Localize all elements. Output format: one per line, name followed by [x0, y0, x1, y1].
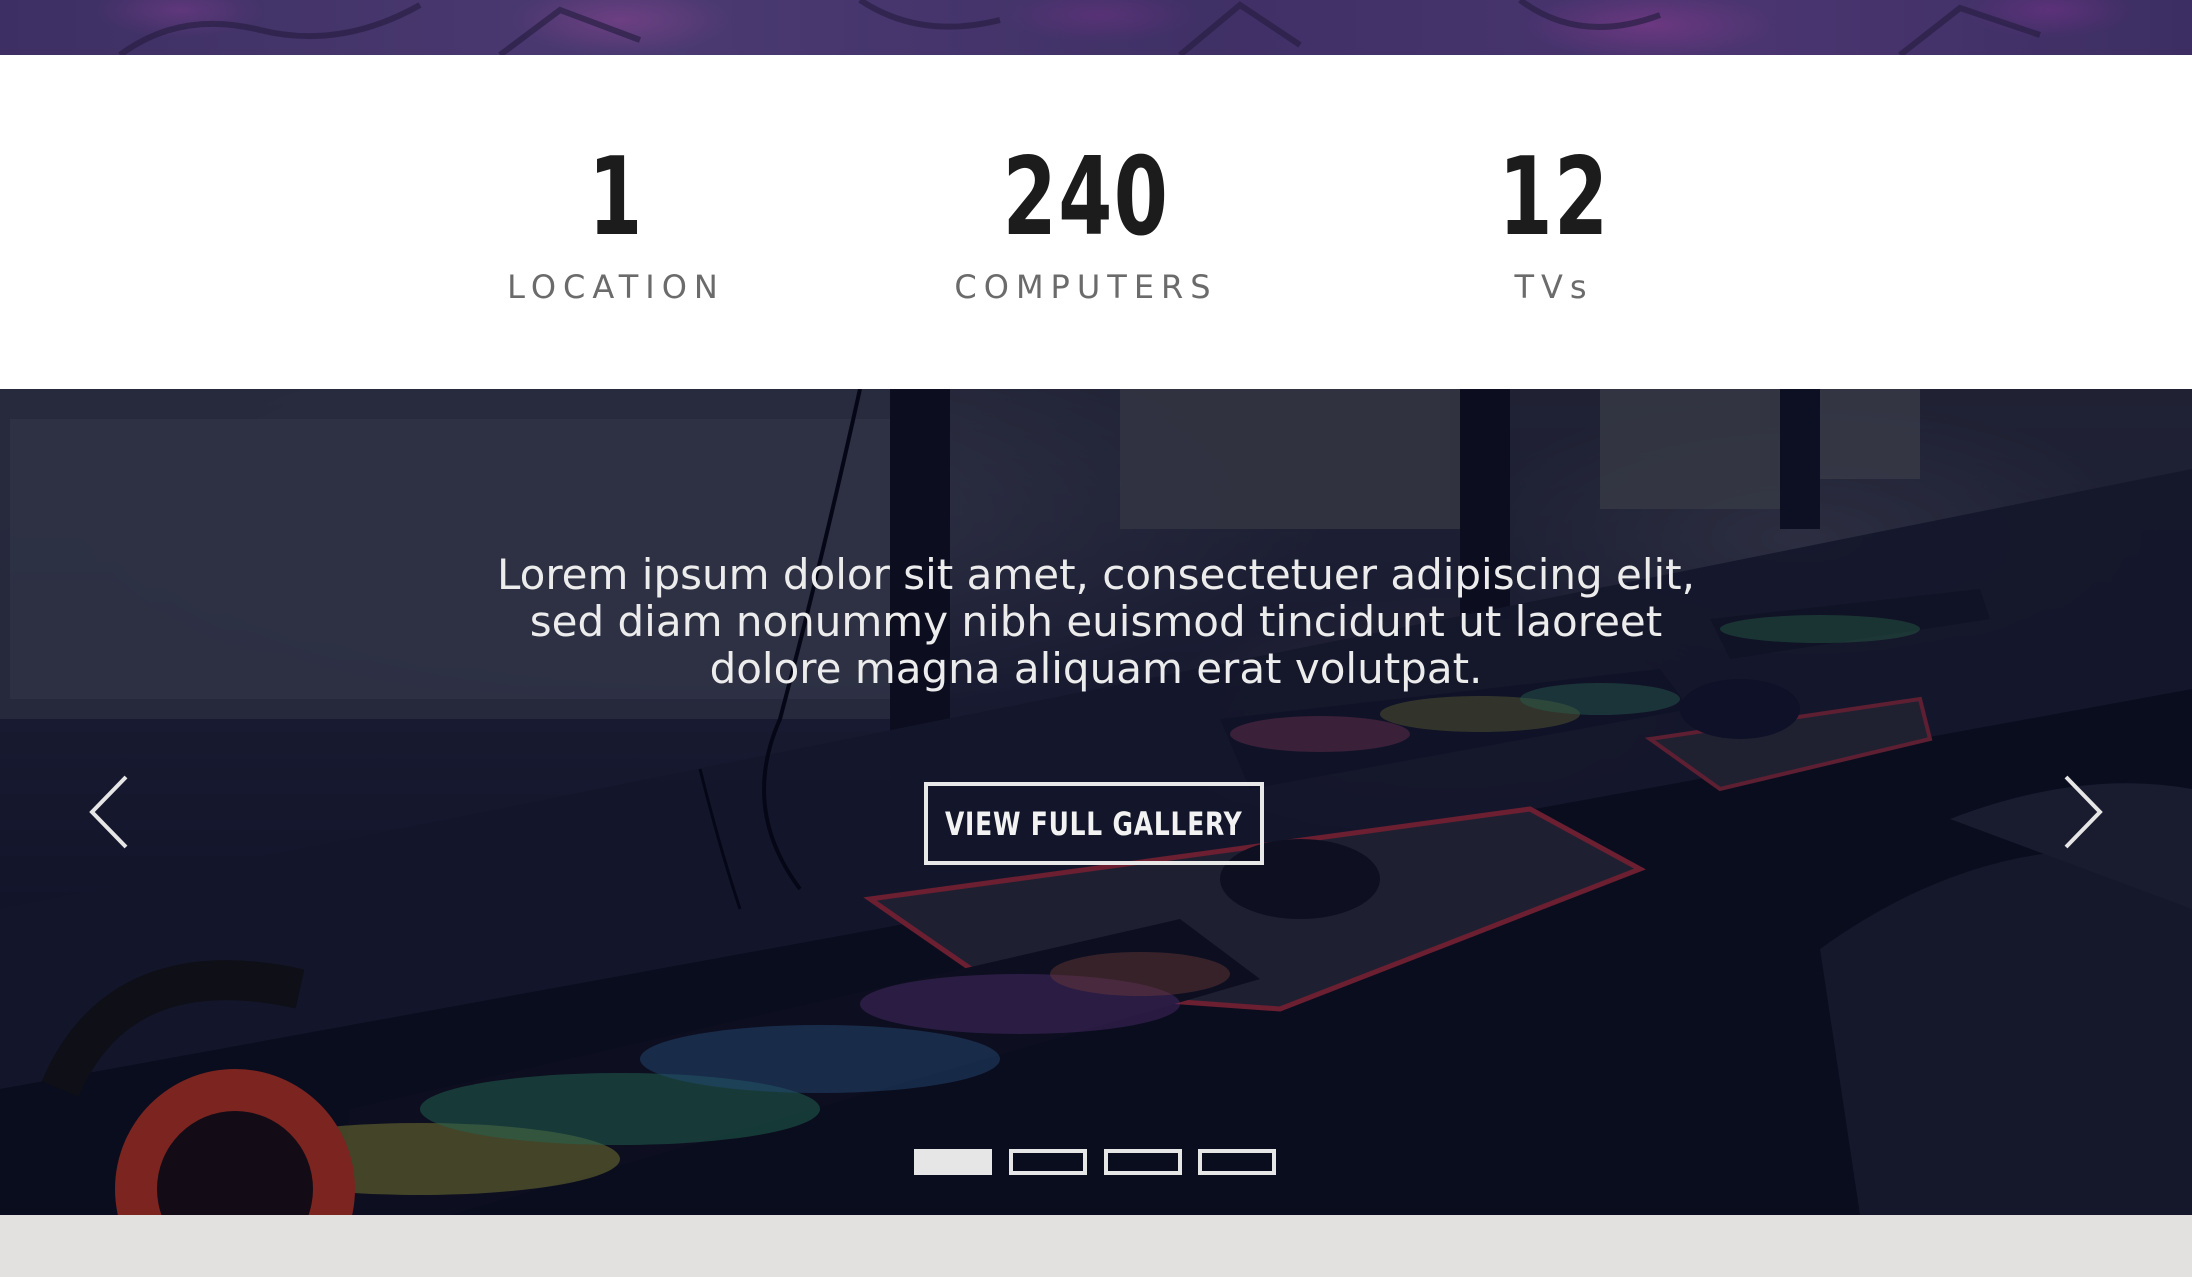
top-decorative-band [0, 0, 2192, 55]
hero-description: Lorem ipsum dolor sit amet, consectetuer… [496, 550, 1695, 693]
chevron-left-icon [89, 775, 128, 849]
prev-slide-button[interactable] [80, 767, 140, 857]
bottom-band [0, 1215, 2192, 1277]
next-slide-button[interactable] [2052, 767, 2112, 857]
slide-indicator-2[interactable] [1009, 1149, 1087, 1175]
gallery-slider: Lorem ipsum dolor sit amet, consectetuer… [0, 389, 2192, 1215]
stat-number: 240 [1002, 135, 1170, 260]
stat-label: LOCATION [507, 268, 725, 306]
stat-label: COMPUTERS [954, 268, 1218, 306]
view-full-gallery-label: VIEW FULL GALLERY [945, 804, 1243, 843]
stat-label: TVs [1514, 268, 1594, 306]
slide-indicator-3[interactable] [1104, 1149, 1182, 1175]
stats-section: 1 LOCATION 240 COMPUTERS 12 TVs [0, 55, 2192, 389]
stat-number: 12 [1498, 135, 1610, 260]
slide-indicator-1[interactable] [914, 1149, 992, 1175]
slide-indicator-4[interactable] [1198, 1149, 1276, 1175]
stat-number: 1 [588, 135, 644, 260]
chevron-right-icon [2064, 775, 2103, 849]
view-full-gallery-button[interactable]: VIEW FULL GALLERY [924, 782, 1264, 865]
